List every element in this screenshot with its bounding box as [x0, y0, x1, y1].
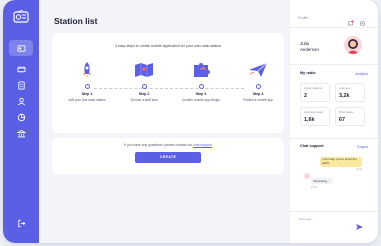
right-panel: Profile Julia Anderson My radio Analytic… — [290, 0, 378, 243]
step-number: Step 2 — [138, 92, 150, 96]
step-description: Add your first radio station — [68, 98, 106, 102]
divider — [290, 27, 378, 28]
analytics-link[interactable]: Analytics — [355, 72, 368, 76]
stat-label: Listeners — [339, 86, 351, 90]
stat-card: Mins listens 67 — [335, 107, 365, 126]
document-icon — [17, 80, 25, 90]
step-dot — [198, 84, 204, 89]
stat-label: Mins listens — [339, 110, 354, 114]
step-dot — [255, 84, 261, 89]
step-1: Step 1 Add your first radio station — [59, 61, 115, 102]
send-button[interactable] — [356, 217, 363, 230]
paper-plane-icon — [247, 61, 269, 79]
page-title: Station list — [54, 16, 98, 26]
stat-card: Listening today 1,6k — [300, 107, 330, 126]
incoming-message: I can help you to know the tariffs — [320, 157, 362, 167]
sidebar-item-analytics[interactable] — [13, 110, 29, 124]
notification-button[interactable] — [347, 14, 354, 26]
help-text-prefix: If you have any questions, please contac… — [124, 143, 193, 147]
bank-icon — [16, 129, 26, 137]
stat-card: Active stations 2 — [300, 83, 330, 102]
create-button[interactable]: CREATE — [135, 152, 201, 163]
divider — [290, 138, 378, 139]
user-last-name: Anderson — [300, 46, 319, 52]
stat-card: Listeners 3,2k — [335, 83, 365, 102]
steps-heading: 4 easy steps to create mobile applicatio… — [114, 44, 222, 48]
sidebar-item-users[interactable] — [13, 94, 29, 108]
message-input[interactable]: Message... — [299, 215, 355, 224]
puzzle-icon — [190, 61, 212, 79]
main-content: Station list 4 easy steps to create mobi… — [39, 0, 289, 243]
sidebar — [3, 0, 39, 243]
users-icon — [17, 97, 25, 105]
sidebar-item-video[interactable] — [13, 62, 29, 76]
step-2: Step 2 Choose a tariff plan — [116, 61, 172, 102]
profile-link[interactable]: Profile — [298, 16, 308, 20]
chat-support-title: Chat support — [300, 144, 324, 148]
stat-value: 1,6k — [304, 117, 315, 123]
my-radio-title: My radio — [300, 71, 316, 75]
gear-icon — [359, 20, 366, 27]
divider — [290, 64, 378, 65]
map-icon — [133, 61, 155, 79]
app-window: Station list 4 easy steps to create mobi… — [3, 0, 378, 243]
stat-value: 67 — [339, 117, 345, 123]
user-mini-avatar — [304, 173, 310, 179]
logout-button[interactable] — [13, 216, 29, 230]
station-list-icon — [16, 44, 26, 52]
chat-expand-link[interactable]: Expand — [357, 145, 368, 149]
send-icon — [356, 224, 363, 230]
divider — [290, 211, 378, 212]
sidebar-item-documents[interactable] — [13, 78, 29, 92]
step-number: Step 1 — [81, 92, 93, 96]
step-number: Step 4 — [252, 92, 264, 96]
onboarding-card: 4 easy steps to create mobile applicatio… — [52, 33, 284, 133]
create-card: If you have any questions, please contac… — [52, 138, 284, 174]
bell-icon — [348, 20, 354, 26]
stat-value: 2 — [304, 93, 307, 99]
step-description: Publish a mobile app — [243, 98, 273, 102]
stat-label: Listening today — [304, 110, 323, 114]
sidebar-item-billing[interactable] — [13, 126, 29, 140]
avatar[interactable] — [344, 36, 362, 54]
stat-value: 3,2k — [339, 93, 350, 99]
chart-icon — [17, 113, 25, 121]
stat-label: Active stations — [304, 86, 323, 90]
step-3: Step 3 Confirm mobile app design — [173, 61, 229, 102]
rocket-icon — [76, 61, 98, 79]
step-dot — [141, 84, 147, 89]
sidebar-item-stations[interactable] — [9, 40, 33, 56]
settings-button[interactable] — [359, 14, 366, 27]
radio-logo-icon[interactable] — [11, 9, 31, 24]
chat-support-link[interactable]: chat support — [193, 143, 212, 147]
step-4: Step 4 Publish a mobile app — [230, 61, 286, 102]
step-dot — [84, 84, 90, 89]
step-description: Choose a tariff plan — [130, 98, 158, 102]
message-time: 12:26 — [311, 186, 317, 189]
video-icon — [16, 66, 26, 72]
message-time: 12:24 — [356, 168, 362, 171]
outgoing-message: Interesting — [311, 178, 333, 184]
user-name: Julia Anderson — [300, 41, 319, 52]
help-text: If you have any questions, please contac… — [52, 143, 284, 147]
logout-icon — [17, 219, 25, 227]
step-number: Step 3 — [195, 92, 207, 96]
step-description: Confirm mobile app design — [182, 98, 220, 102]
